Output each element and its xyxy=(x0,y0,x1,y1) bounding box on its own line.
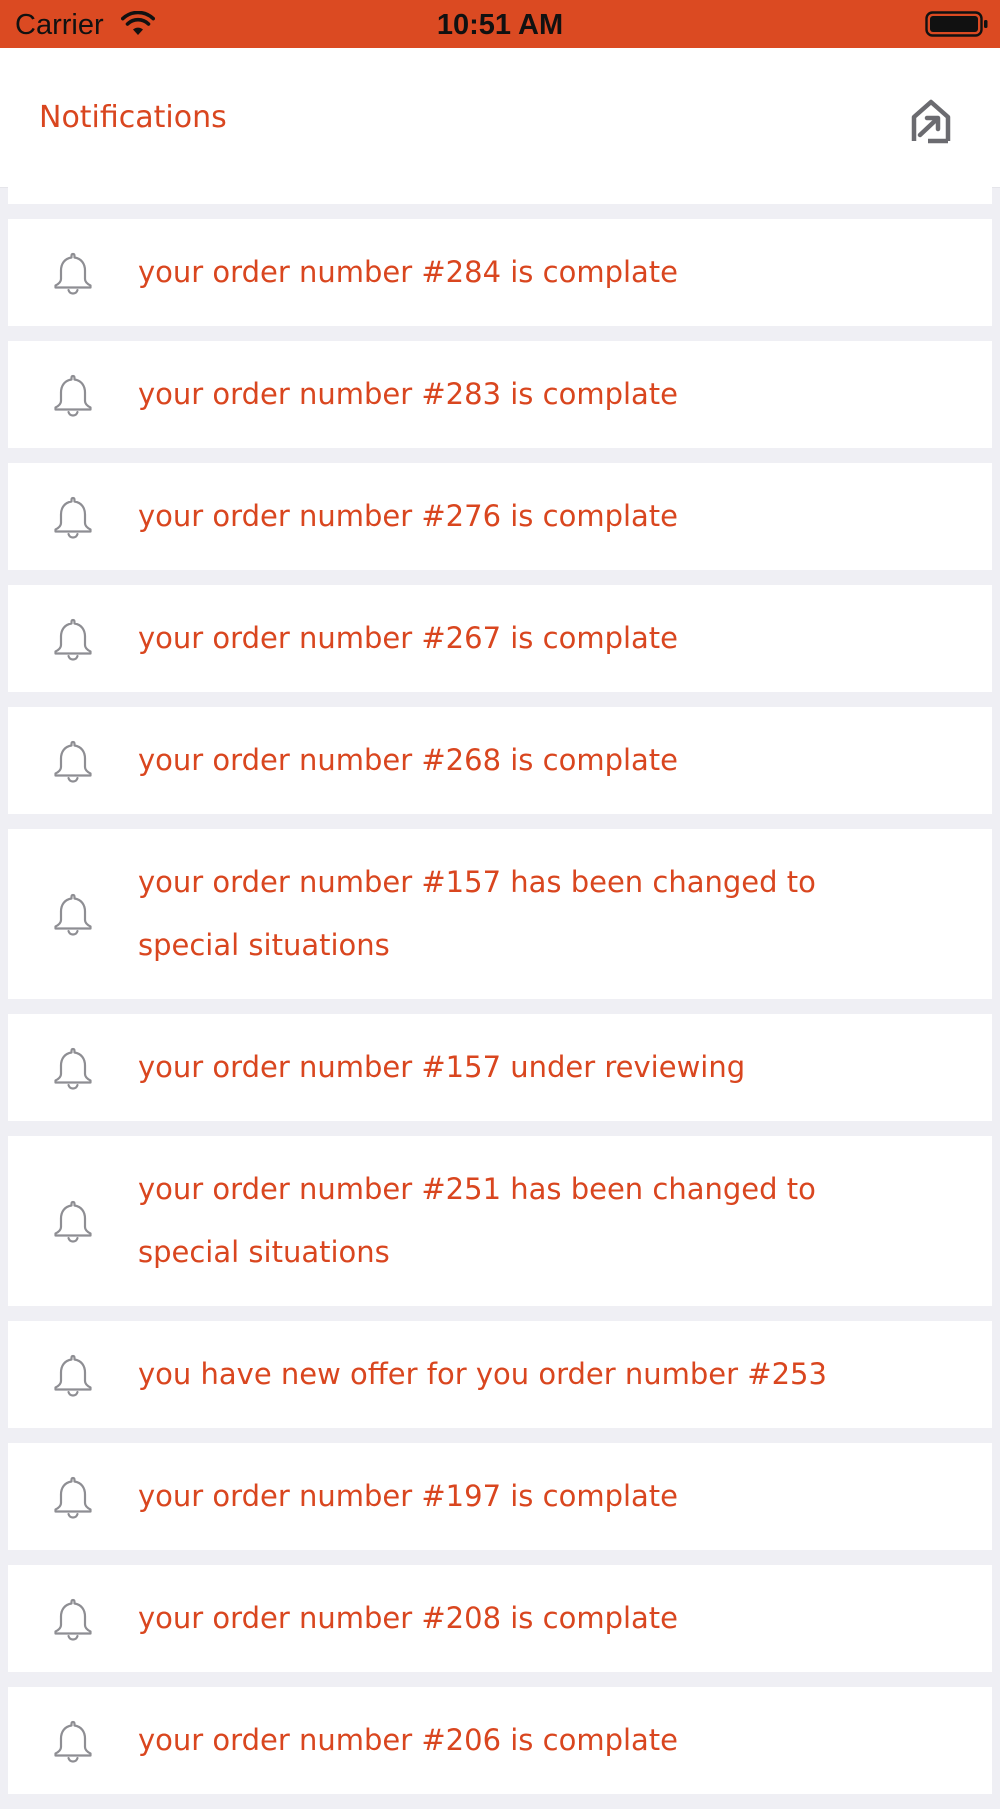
notification-text: your order number #267 is complate xyxy=(138,621,679,655)
home-arrow-icon xyxy=(911,99,951,144)
status-time: 10:51 AM xyxy=(436,9,564,41)
bell-icon xyxy=(54,1354,92,1397)
notification-item[interactable]: your order number #268 is complate xyxy=(8,707,992,814)
notification-text: your order number #208 is complate xyxy=(138,1601,679,1635)
notification-item[interactable]: your order number #197 is complate xyxy=(8,1443,992,1550)
notification-text: you have new offer for you order number … xyxy=(138,1357,827,1391)
bell-icon xyxy=(54,893,92,936)
notification-item[interactable]: your order number #157 has been changed … xyxy=(8,829,992,999)
bell-icon xyxy=(54,496,92,539)
status-bar: Carrier 10:51 AM xyxy=(0,0,1000,48)
bell-icon xyxy=(54,1200,92,1243)
notification-text: your order number #284 is complate xyxy=(138,255,679,289)
bell-icon xyxy=(54,1598,92,1641)
notification-item[interactable]: your order number #276 is complate xyxy=(8,463,992,570)
bell-icon xyxy=(54,1720,92,1763)
notification-text: your order number #276 is complate xyxy=(138,499,679,533)
page-title: Notifications xyxy=(39,100,227,135)
notification-text: your order number #251 has been changed … xyxy=(138,1172,816,1269)
notification-list: your order number #284 is complate your … xyxy=(8,187,992,1809)
notification-item[interactable]: your order number #267 is complate xyxy=(8,585,992,692)
notification-item[interactable]: your order number #157 under reviewing xyxy=(8,1014,992,1121)
navigation-bar: Notifications xyxy=(0,48,1000,187)
notification-text: your order number #157 under reviewing xyxy=(138,1050,746,1084)
notification-item[interactable]: you have new offer for you order number … xyxy=(8,1321,992,1428)
bell-icon xyxy=(54,252,92,295)
notification-text: your order number #283 is complate xyxy=(138,377,679,411)
notification-text: your order number #157 has been changed … xyxy=(138,865,816,962)
bell-icon xyxy=(54,1476,92,1519)
bell-icon xyxy=(54,740,92,783)
home-button[interactable] xyxy=(906,98,956,144)
notification-item[interactable]: your order number #251 has been changed … xyxy=(8,1136,992,1306)
battery-icon xyxy=(925,11,988,37)
notification-text: your order number #268 is complate xyxy=(138,743,679,777)
notification-item[interactable]: your order number #284 is complate xyxy=(8,219,992,326)
notification-item[interactable]: your order number #283 is complate xyxy=(8,341,992,448)
bell-icon xyxy=(54,374,92,417)
bell-icon xyxy=(54,1047,92,1090)
notification-text: your order number #197 is complate xyxy=(138,1479,679,1513)
partial-list-item xyxy=(8,187,992,204)
bell-icon xyxy=(54,618,92,661)
notification-text: your order number #206 is complate xyxy=(138,1723,679,1757)
notification-item[interactable]: your order number #208 is complate xyxy=(8,1565,992,1672)
